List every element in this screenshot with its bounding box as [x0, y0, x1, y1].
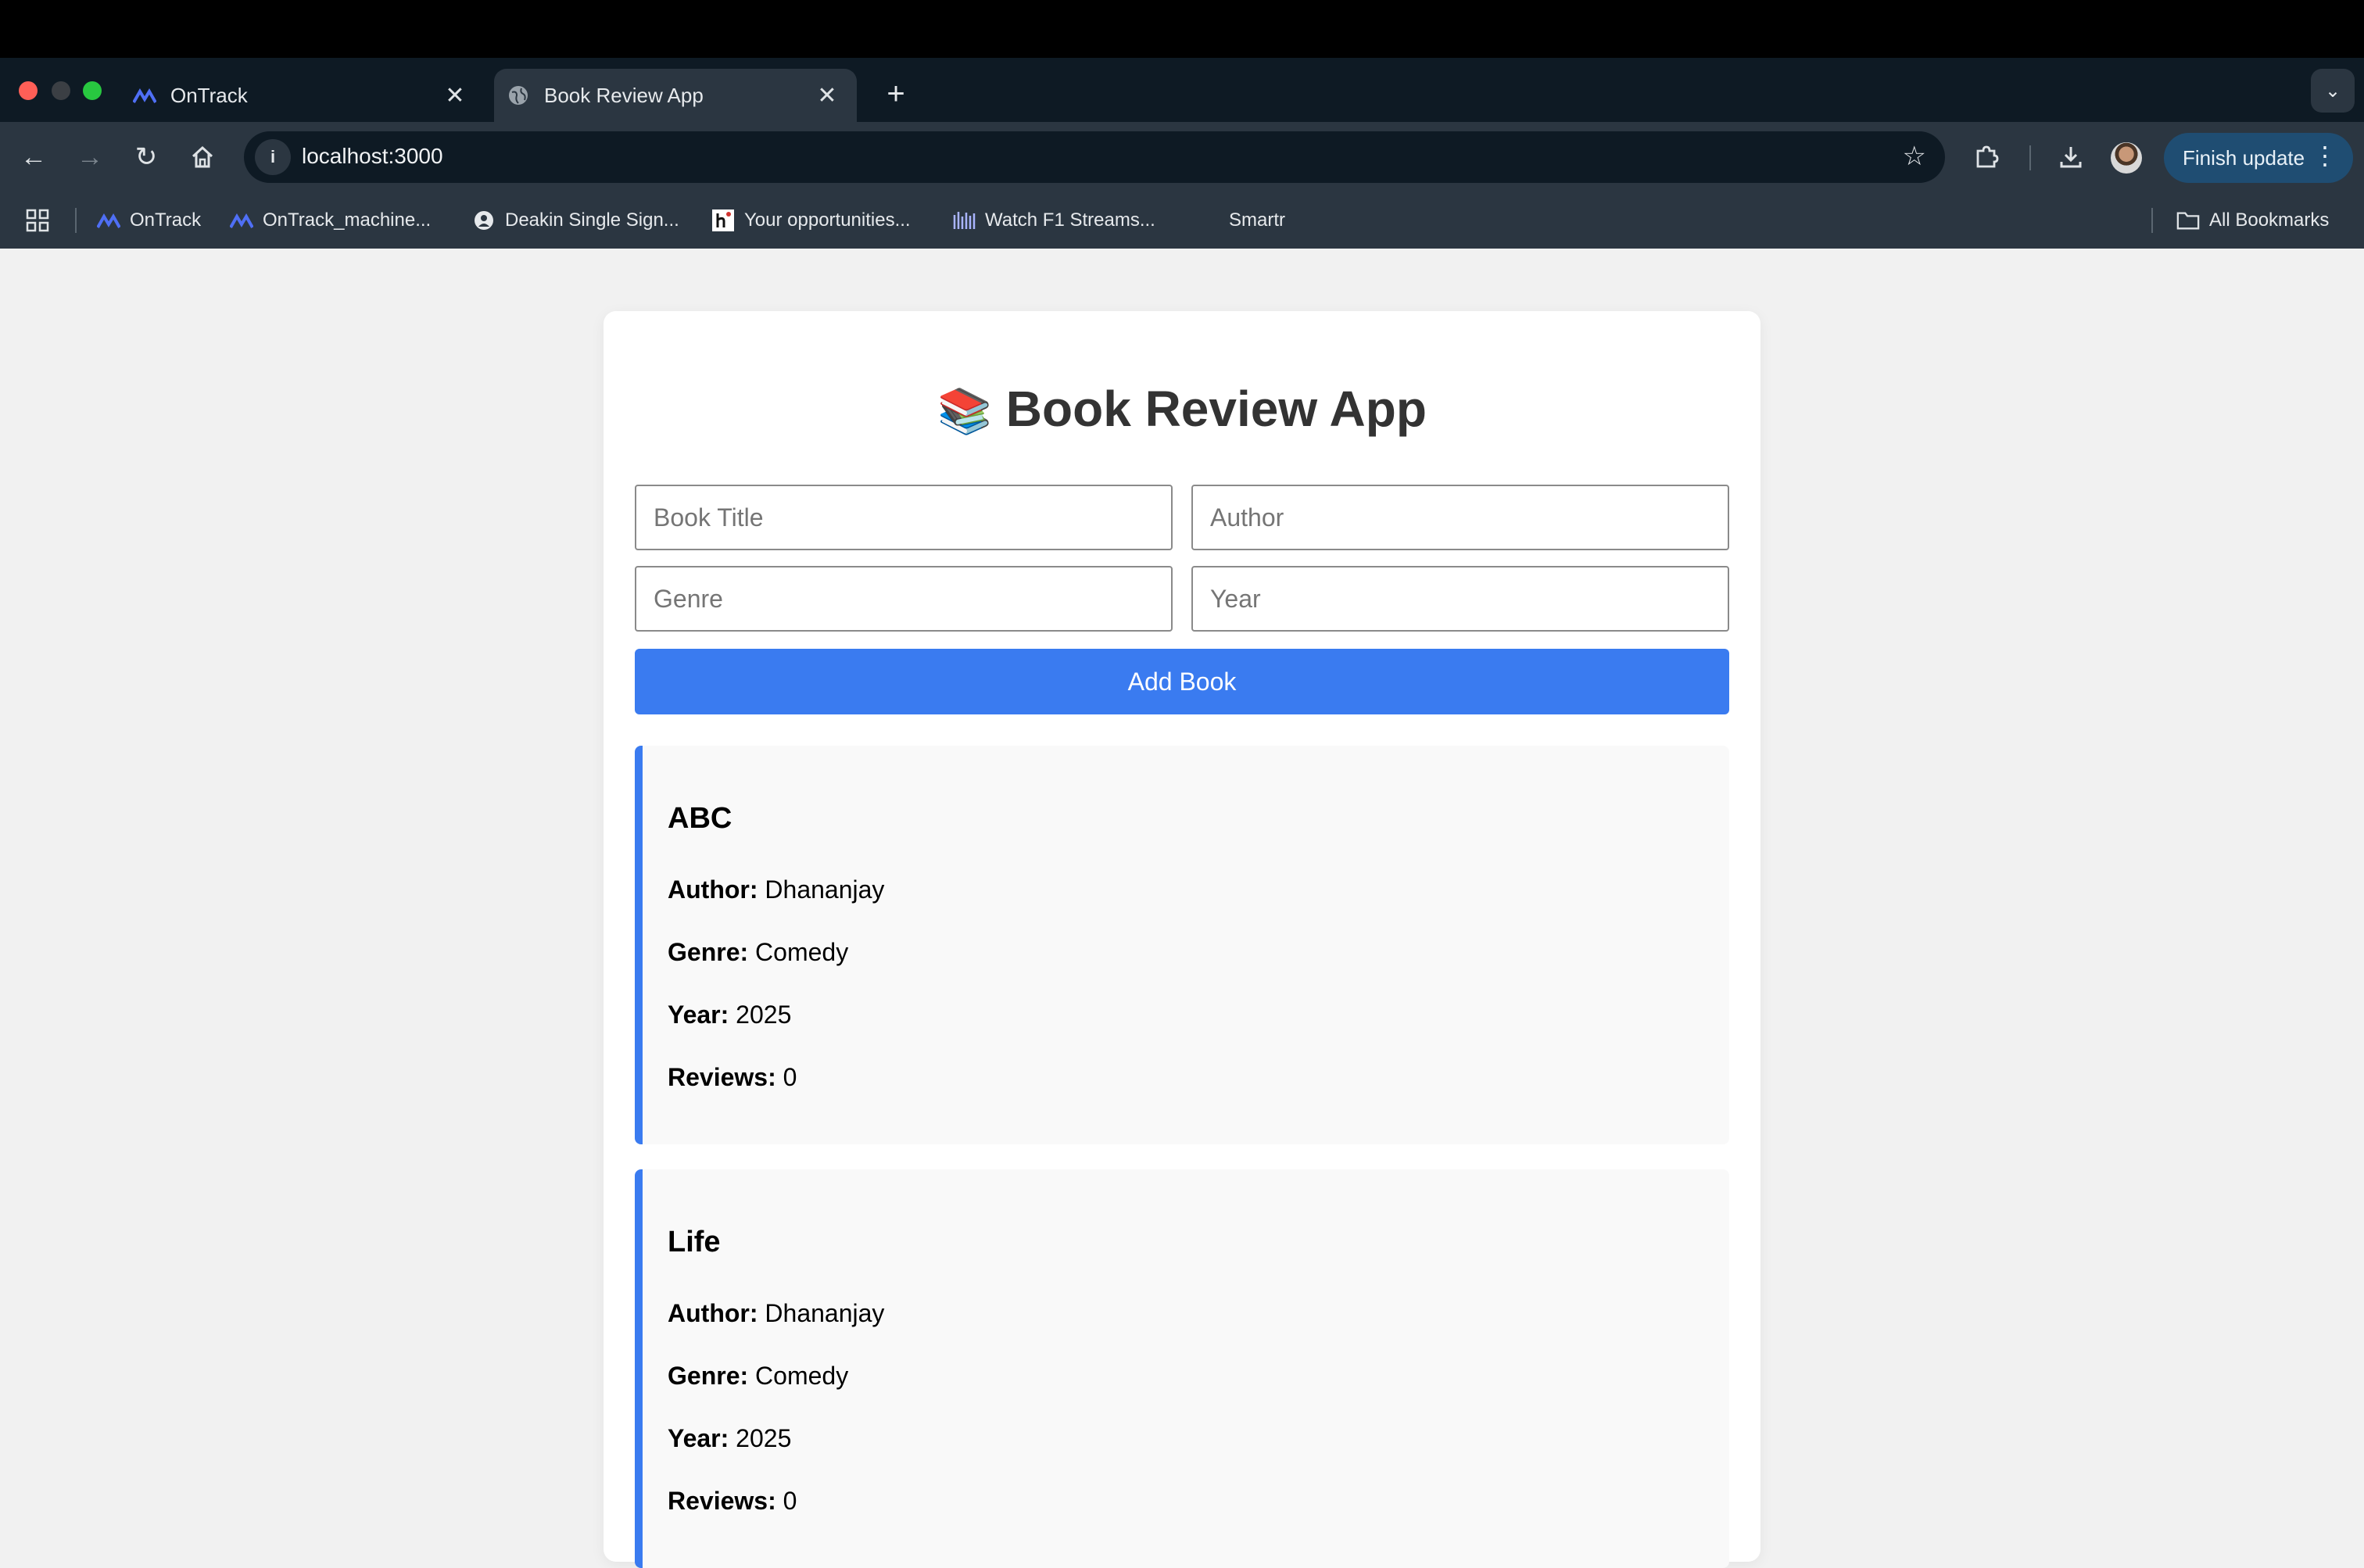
bookmark-smartr[interactable]: Smartr	[1229, 205, 1285, 236]
downloads-button[interactable]	[2048, 134, 2094, 180]
download-icon	[2060, 147, 2082, 168]
year-input[interactable]	[1191, 566, 1729, 632]
bookmark-opportunities[interactable]: Your opportunities...	[711, 205, 911, 236]
tab-search-button[interactable]: ⌄	[2311, 69, 2355, 113]
bookmark-ontrack[interactable]: OnTrack	[97, 205, 201, 236]
bookmarks-divider	[2151, 208, 2153, 233]
reload-icon: ↻	[134, 142, 158, 172]
book-year: Year: 2025	[668, 1001, 792, 1029]
all-bookmarks-button[interactable]: All Bookmarks	[2176, 205, 2329, 236]
bookmark-label: OnTrack_machine...	[263, 209, 432, 231]
arrow-left-icon: ←	[20, 141, 47, 172]
page-title: 📚 Book Review App	[604, 380, 1760, 438]
tab-ontrack[interactable]: OnTrack ✕	[125, 69, 485, 122]
ontrack-logo-icon	[133, 84, 156, 107]
all-bookmarks-label: All Bookmarks	[2209, 209, 2330, 231]
apps-button[interactable]	[25, 205, 50, 236]
folder-icon	[2176, 209, 2200, 232]
book-year: Year: 2025	[668, 1424, 792, 1452]
close-tab-icon[interactable]: ✕	[811, 80, 843, 111]
f1-icon	[952, 209, 976, 232]
books-emoji-icon: 📚	[937, 386, 992, 435]
bookmarks-divider	[75, 208, 77, 233]
author-input[interactable]	[1191, 485, 1729, 550]
new-tab-button[interactable]: +	[874, 72, 918, 116]
reload-button[interactable]: ↻	[124, 134, 169, 180]
finish-update-label: Finish update	[2183, 145, 2305, 170]
apps-grid-icon	[26, 209, 49, 232]
address-bar[interactable]: i localhost:3000 ☆	[244, 131, 1945, 183]
bookmark-label: OnTrack	[130, 209, 202, 231]
tab-title: OnTrack	[170, 83, 248, 107]
book-title: ABC	[668, 802, 732, 835]
bookmark-label: Your opportunities...	[744, 209, 911, 231]
book-reviews: Reviews: 0	[668, 1487, 797, 1515]
book-reviews: Reviews: 0	[668, 1063, 797, 1091]
bookmark-star-icon[interactable]: ☆	[1903, 141, 1926, 172]
app-container: 📚 Book Review App Add Book ABC Author: Dh…	[604, 311, 1760, 1568]
book-title: Life	[668, 1226, 721, 1258]
book-card: Life Author: Dhananjay Genre: Comedy Yea…	[635, 1169, 1729, 1568]
handshake-icon	[711, 209, 735, 232]
globe-icon	[507, 84, 530, 107]
genre-input[interactable]	[635, 566, 1173, 632]
ontrack-logo-icon	[97, 209, 120, 232]
tab-title: Book Review App	[544, 83, 704, 107]
zoom-window-button[interactable]	[83, 81, 102, 100]
url-text[interactable]: localhost:3000	[302, 144, 443, 169]
book-title-input[interactable]	[635, 485, 1173, 550]
page-title-text: Book Review App	[1005, 381, 1427, 437]
book-author: Author: Dhananjay	[668, 1299, 885, 1327]
extensions-button[interactable]	[1964, 134, 2009, 180]
deakin-icon	[472, 209, 496, 232]
bookmark-ontrack-machine[interactable]: OnTrack_machine...	[230, 205, 431, 236]
puzzle-icon	[1976, 145, 1999, 168]
bookmark-label: Watch F1 Streams...	[985, 209, 1155, 231]
forward-button[interactable]: →	[67, 134, 113, 180]
toolbar-divider	[2029, 145, 2031, 170]
book-card: ABC Author: Dhananjay Genre: Comedy Year…	[635, 746, 1729, 1144]
home-button[interactable]	[180, 134, 225, 180]
tab-book-review-app[interactable]: Book Review App ✕	[494, 69, 857, 122]
back-button[interactable]: ←	[11, 134, 56, 180]
minimize-window-button[interactable]	[52, 81, 70, 100]
close-window-button[interactable]	[19, 81, 38, 100]
bookmark-label: Deakin Single Sign...	[505, 209, 679, 231]
macos-menu-area	[0, 0, 2364, 58]
book-genre: Genre: Comedy	[668, 938, 849, 966]
bookmark-deakin-sso[interactable]: Deakin Single Sign...	[472, 205, 679, 236]
bookmark-f1-streams[interactable]: Watch F1 Streams...	[952, 205, 1155, 236]
book-author: Author: Dhananjay	[668, 875, 885, 904]
finish-update-button[interactable]: Finish update ⋮	[2164, 133, 2353, 183]
ontrack-logo-icon	[230, 209, 253, 232]
bookmark-label: Smartr	[1229, 209, 1285, 231]
more-menu-icon[interactable]: ⋮	[2312, 141, 2337, 170]
home-icon	[192, 145, 213, 168]
arrow-right-icon: →	[77, 141, 103, 172]
site-info-icon[interactable]: i	[255, 139, 291, 175]
book-genre: Genre: Comedy	[668, 1362, 849, 1390]
chevron-down-icon: ⌄	[2324, 80, 2341, 102]
close-tab-icon[interactable]: ✕	[439, 80, 471, 111]
profile-avatar[interactable]	[2111, 142, 2142, 174]
add-book-button[interactable]: Add Book	[635, 649, 1729, 714]
